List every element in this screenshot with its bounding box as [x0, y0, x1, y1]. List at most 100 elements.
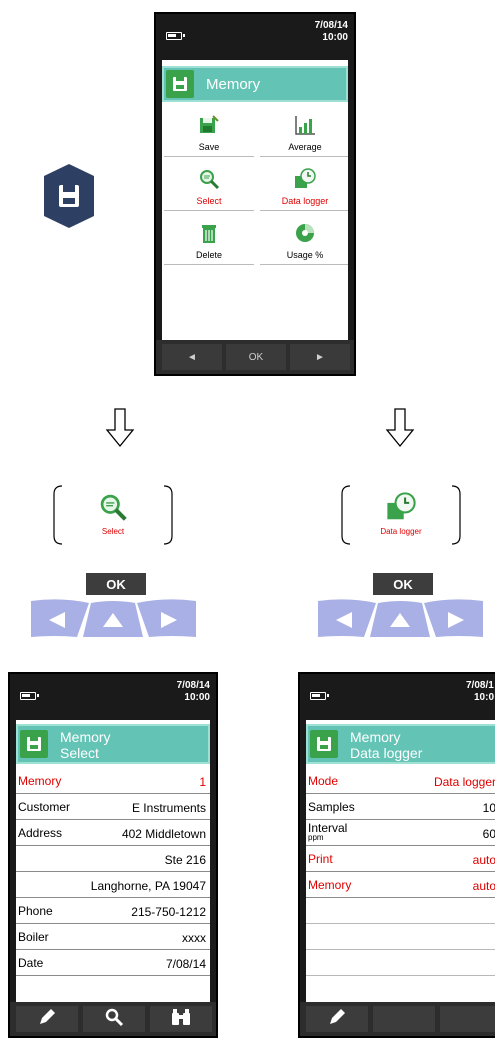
menu-item-label: Data logger — [281, 196, 329, 206]
empty-button[interactable] — [440, 1006, 495, 1032]
header-title-line2: Data logger — [350, 745, 423, 761]
average-chart-icon — [294, 114, 316, 136]
divider — [260, 156, 348, 157]
data-logger-clock-icon — [294, 168, 316, 190]
row-value: 402 Middletown — [121, 827, 206, 841]
clock-date: 7/08/14 — [176, 680, 210, 691]
search-button[interactable] — [83, 1006, 145, 1032]
row-value: Ste 216 — [164, 853, 206, 867]
row-label: Boiler — [18, 930, 49, 944]
tool-bar — [10, 1002, 216, 1036]
ok-button-left[interactable]: OK — [86, 573, 146, 595]
row-boiler[interactable]: Boiler xxxx — [16, 924, 210, 950]
clock-time: 10:00 — [184, 692, 210, 703]
memory-floppy-badge-icon — [44, 164, 94, 228]
header-title: Memory — [206, 76, 261, 93]
header-title-line1: Memory — [350, 729, 401, 745]
row-memory[interactable]: Memory auto — [306, 872, 495, 898]
top-device: 7/08/14 10:00 Memory Save Average Select… — [154, 12, 356, 376]
memory-floppy-icon — [166, 70, 194, 98]
header-title-line2: Select — [60, 745, 99, 761]
battery-icon — [166, 32, 185, 40]
clock-time: 10:0 — [474, 692, 495, 703]
divider — [260, 210, 348, 211]
row-phone[interactable]: Phone 215-750-1212 — [16, 898, 210, 924]
row-address[interactable]: Address 402 Middletown — [16, 820, 210, 846]
select-magnifier-icon — [198, 168, 220, 190]
clock: 7/08/1 10:0 — [466, 680, 495, 704]
menu-item-data-logger[interactable]: Data logger — [258, 166, 348, 214]
nav-bar: ◄ OK ► — [156, 340, 354, 374]
row-label: Date — [18, 956, 44, 970]
menu-item-average[interactable]: Average — [258, 112, 348, 160]
row-value: Langhorne, PA 19047 — [90, 879, 206, 893]
datalogger-screen: Memory Data logger Mode Data logger Samp… — [306, 720, 495, 1002]
row-label: Memory — [18, 774, 62, 788]
row-address-line2[interactable]: Ste 216 — [16, 846, 210, 872]
row-address-line3[interactable]: Langhorne, PA 19047 — [16, 872, 210, 898]
row-interval[interactable]: Interval ppm 60 — [306, 820, 495, 846]
edit-button[interactable] — [306, 1006, 368, 1032]
search-icon — [104, 1007, 124, 1032]
menu-item-label: Select — [196, 196, 222, 206]
menu-item-label: Delete — [195, 250, 222, 260]
select-zoom-label: Select — [101, 527, 125, 536]
clock-time: 10:00 — [322, 32, 348, 43]
menu-item-delete[interactable]: Delete — [162, 220, 256, 268]
divider — [164, 156, 254, 157]
header-title-line1: Memory — [60, 729, 111, 745]
nav-left-button[interactable]: ◄ — [162, 344, 222, 370]
row-label: Phone — [18, 904, 53, 918]
row-label: Interval ppm — [308, 822, 347, 842]
data-logger-clock-icon — [386, 492, 416, 527]
clock-date: 7/08/14 — [314, 20, 348, 31]
select-device: 7/08/14 10:00 Memory Select Memory 1 Cus… — [8, 672, 218, 1038]
edit-button[interactable] — [16, 1006, 78, 1032]
ok-button-right[interactable]: OK — [373, 573, 433, 595]
menu-item-usage[interactable]: Usage % — [258, 220, 348, 268]
divider — [164, 264, 254, 265]
row-print[interactable]: Print auto — [306, 846, 495, 872]
row-value: 1 — [199, 775, 206, 789]
row-label: Mode — [308, 774, 339, 788]
nav-ok-button[interactable]: OK — [226, 344, 286, 370]
menu-screen: Memory Save Average Select Data logger D… — [162, 60, 348, 340]
divider — [164, 210, 254, 211]
row-mode[interactable]: Mode Data logger — [306, 768, 495, 794]
keypad-left[interactable] — [31, 597, 196, 639]
row-date[interactable]: Date 7/08/14 — [16, 950, 210, 976]
divider — [260, 264, 348, 265]
row-value: auto — [472, 853, 495, 867]
select-zoom-box: Select — [52, 484, 174, 546]
row-label: Samples — [308, 800, 355, 814]
clock-date: 7/08/1 — [466, 680, 494, 691]
row-value: xxxx — [182, 931, 206, 945]
row-memory[interactable]: Memory 1 — [16, 768, 210, 794]
row-customer[interactable]: Customer E Instruments — [16, 794, 210, 820]
pencil-icon — [327, 1007, 347, 1032]
row-value: 215-750-1212 — [131, 905, 206, 919]
menu-item-label: Save — [198, 142, 220, 152]
empty-button[interactable] — [373, 1006, 435, 1032]
save-icon — [198, 114, 220, 136]
view-button[interactable] — [150, 1006, 212, 1032]
row-samples[interactable]: Samples 10 — [306, 794, 495, 820]
down-arrow-right-icon — [385, 408, 415, 448]
menu-item-label: Usage % — [286, 250, 324, 260]
menu-item-save[interactable]: Save — [162, 112, 256, 160]
tool-bar — [300, 1002, 495, 1036]
nav-right-button[interactable]: ► — [290, 344, 350, 370]
keypad-right[interactable] — [318, 597, 483, 639]
pencil-icon — [37, 1007, 57, 1032]
select-screen: Memory Select Memory 1 Customer E Instru… — [16, 720, 210, 1002]
binoculars-icon — [170, 1007, 192, 1032]
status-bar: 7/08/1 10:0 — [300, 674, 495, 720]
row-value: 7/08/14 — [165, 957, 206, 971]
memory-floppy-icon — [20, 730, 48, 758]
menu-item-select[interactable]: Select — [162, 166, 256, 214]
datalogger-device: 7/08/1 10:0 Memory Data logger Mode Data… — [298, 672, 495, 1038]
trash-icon — [198, 222, 220, 244]
row-label: Customer — [18, 800, 71, 814]
row-value: E Instruments — [131, 801, 206, 815]
row-label: Memory — [308, 878, 352, 892]
